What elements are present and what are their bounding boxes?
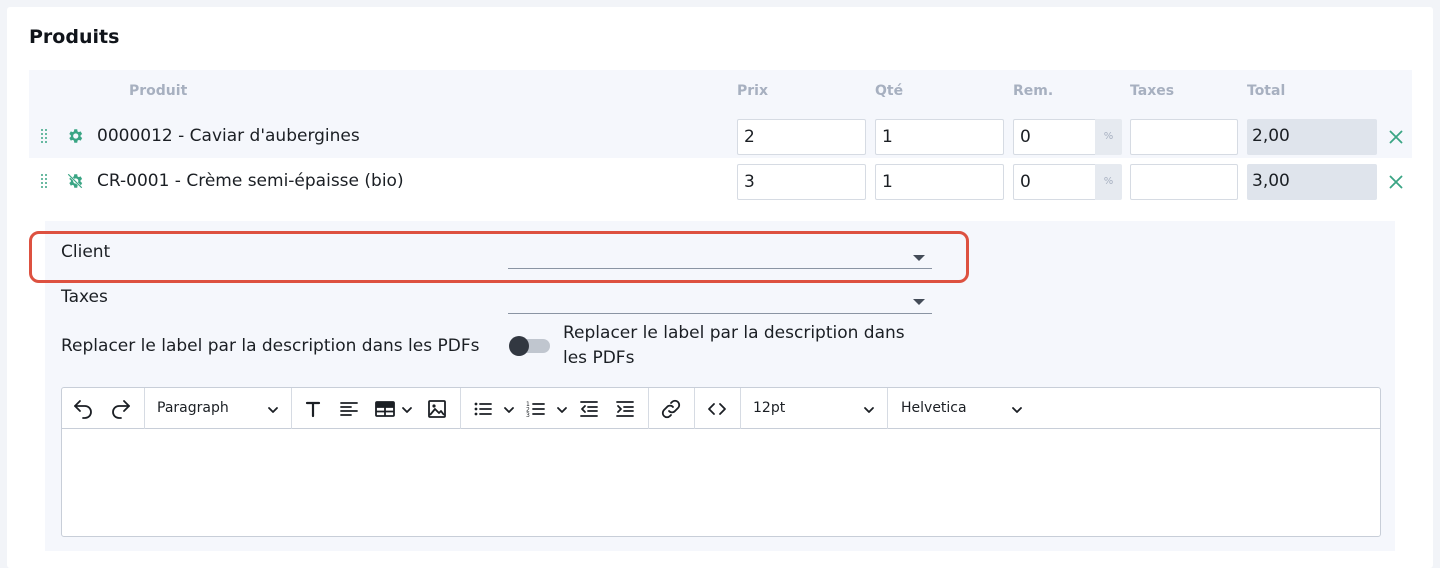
taxes-select[interactable] xyxy=(508,285,932,315)
table-row: 0000012 - Caviar d'aubergines 2 1 0 % 2,… xyxy=(29,114,1412,158)
quantity-input[interactable]: 1 xyxy=(875,119,1004,155)
outdent-icon[interactable] xyxy=(577,397,601,421)
numbered-list-icon[interactable]: 123 xyxy=(524,397,548,421)
link-icon[interactable] xyxy=(659,397,683,421)
total-value: 3,00 xyxy=(1247,164,1377,200)
table-header: Produit Prix Qté Rem. Taxes Total xyxy=(29,70,1412,114)
toolbar-divider xyxy=(144,388,145,429)
header-total: Total xyxy=(1247,83,1286,99)
delete-row-icon[interactable] xyxy=(1388,174,1404,190)
header-qty: Qté xyxy=(875,83,904,99)
image-icon[interactable] xyxy=(425,397,449,421)
editor-toolbar: Paragraph 123 12pt Helvetica xyxy=(62,388,1380,429)
toolbar-divider xyxy=(694,388,695,429)
client-field-highlight xyxy=(29,231,969,283)
code-icon[interactable] xyxy=(705,397,729,421)
drag-handle-icon[interactable] xyxy=(41,128,47,144)
undo-icon[interactable] xyxy=(71,397,95,421)
rich-text-editor: Paragraph 123 12pt Helvetica xyxy=(61,387,1381,537)
chevron-down-icon[interactable] xyxy=(400,402,414,416)
align-left-icon[interactable] xyxy=(337,397,361,421)
svg-text:3: 3 xyxy=(526,412,530,419)
replace-toggle-label: Replacer le label par la description dan… xyxy=(563,323,905,368)
table-icon[interactable] xyxy=(373,397,397,421)
discount-input[interactable]: 0 xyxy=(1013,119,1096,155)
price-input[interactable]: 3 xyxy=(737,164,866,200)
chevron-down-icon[interactable] xyxy=(913,299,925,305)
header-discount: Rem. xyxy=(1013,83,1054,99)
gear-off-icon[interactable] xyxy=(66,172,84,190)
header-price: Prix xyxy=(737,83,768,99)
text-format-icon[interactable] xyxy=(301,397,325,421)
chevron-down-icon[interactable] xyxy=(266,402,280,416)
header-taxes: Taxes xyxy=(1130,83,1175,99)
section-title: Produits xyxy=(29,26,120,48)
gear-icon[interactable] xyxy=(66,127,84,145)
chevron-down-icon[interactable] xyxy=(555,402,569,416)
chevron-down-icon[interactable] xyxy=(1010,402,1024,416)
editor-content-area[interactable] xyxy=(62,430,1380,536)
toolbar-divider xyxy=(460,388,461,429)
total-value: 2,00 xyxy=(1247,119,1377,155)
product-name: 0000012 - Caviar d'aubergines xyxy=(97,126,360,146)
replace-label: Replacer le label par la description dan… xyxy=(61,336,480,356)
toolbar-divider xyxy=(887,388,888,429)
delete-row-icon[interactable] xyxy=(1388,129,1404,145)
block-format-dropdown[interactable]: Paragraph xyxy=(157,400,229,416)
bullet-list-icon[interactable] xyxy=(471,397,495,421)
font-size-dropdown[interactable]: 12pt xyxy=(753,400,785,416)
indent-icon[interactable] xyxy=(613,397,637,421)
chevron-down-icon[interactable] xyxy=(862,402,876,416)
price-input[interactable]: 2 xyxy=(737,119,866,155)
redo-icon[interactable] xyxy=(109,397,133,421)
percent-addon: % xyxy=(1095,119,1122,155)
percent-addon: % xyxy=(1095,164,1122,200)
table-row: CR-0001 - Crème semi-épaisse (bio) 3 1 0… xyxy=(29,159,1412,203)
taxes-select-underline xyxy=(508,313,932,314)
toolbar-divider xyxy=(740,388,741,429)
drag-handle-icon[interactable] xyxy=(41,173,47,189)
taxes-input[interactable] xyxy=(1130,119,1238,155)
chevron-down-icon[interactable] xyxy=(502,402,516,416)
taxes-label: Taxes xyxy=(61,287,108,307)
product-name: CR-0001 - Crème semi-épaisse (bio) xyxy=(97,171,404,191)
quantity-input[interactable]: 1 xyxy=(875,164,1004,200)
toolbar-divider xyxy=(648,388,649,429)
toolbar-divider xyxy=(291,388,292,429)
font-family-dropdown[interactable]: Helvetica xyxy=(901,400,967,416)
discount-input[interactable]: 0 xyxy=(1013,164,1096,200)
toggle-knob xyxy=(509,336,529,356)
header-product: Produit xyxy=(129,83,188,99)
replace-toggle[interactable] xyxy=(509,336,551,356)
taxes-input[interactable] xyxy=(1130,164,1238,200)
